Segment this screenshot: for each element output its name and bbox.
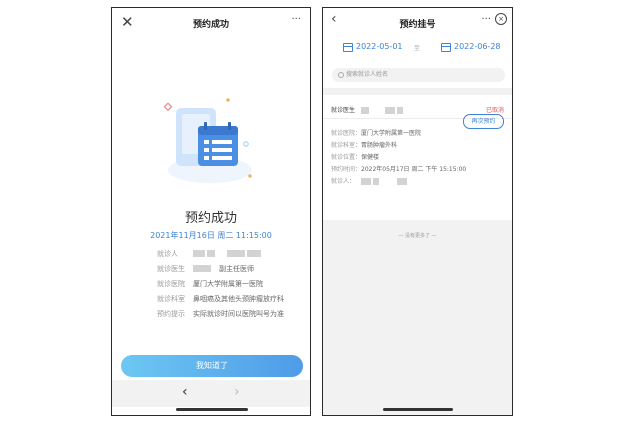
status-badge: 已取消 — [485, 107, 504, 114]
detail-value: 保健楼 — [361, 154, 380, 161]
appointment-datetime: 2021年11月16日 周二 11:15:00 — [150, 231, 272, 240]
detail-label: 预约时间： — [331, 166, 362, 173]
info-value: 厦门大学附属第一医院 — [193, 279, 263, 288]
detail-label: 就诊人： — [331, 178, 356, 185]
redacted-block — [227, 250, 245, 257]
top-bar: ✕ 预约成功 ··· — [112, 8, 310, 38]
detail-value: 胃肠肿瘤外科 — [361, 142, 398, 149]
home-indicator — [383, 408, 453, 411]
redacted-block — [193, 265, 211, 272]
info-row-tip: 预约提示 实际就诊时间以医院叫号为准 — [157, 306, 307, 321]
more-menu-icon[interactable]: ··· — [291, 14, 301, 25]
detail-row: 就诊医院：厦门大学附属第一医院 — [331, 128, 466, 140]
redacted-block — [384, 107, 395, 114]
detail-value: 厦门大学附属第一医院 — [361, 130, 422, 137]
more-menu-icon[interactable]: ··· — [481, 14, 491, 25]
close-circle-icon[interactable]: × — [495, 13, 507, 25]
redacted-block — [247, 250, 261, 257]
detail-row: 就诊位置：保健楼 — [331, 152, 466, 164]
start-date[interactable]: 2022-05-01 — [356, 42, 403, 51]
info-row-patient: 就诊人 — [157, 246, 307, 261]
appointment-info: 就诊人 就诊医生 副主任医师 就诊医院 厦门大学附属第一医院 就诊科室 鼻咽癌及… — [157, 246, 307, 321]
divider-band — [323, 88, 512, 95]
info-label: 预约提示 — [157, 309, 185, 318]
date-range-separator: 至 — [414, 45, 421, 52]
browser-nav-bar: ‹ › — [112, 380, 310, 407]
redacted-block — [361, 178, 372, 185]
date-range: 2022-05-01 至 2022-06-28 — [323, 40, 512, 60]
detail-label: 就诊科室： — [331, 142, 362, 149]
info-label: 就诊医生 — [157, 264, 185, 273]
redacted-block — [207, 250, 215, 257]
detail-label: 就诊医院： — [331, 130, 362, 137]
redacted-block — [397, 178, 408, 185]
home-indicator — [176, 408, 248, 411]
search-icon — [338, 72, 344, 78]
detail-row: 就诊人： — [331, 176, 466, 188]
info-label: 就诊医院 — [157, 279, 185, 288]
info-row-doctor: 就诊医生 副主任医师 — [157, 261, 307, 276]
search-placeholder: 搜索就诊人姓名 — [346, 71, 389, 78]
forward-arrow-icon[interactable]: › — [234, 384, 240, 400]
book-again-button[interactable]: 再次预约 — [463, 114, 504, 129]
redacted-block — [360, 107, 369, 114]
detail-value: 2022年05月17日 周二 下午 15:15:00 — [361, 166, 467, 173]
success-heading: 预约成功 — [184, 211, 237, 226]
no-more-text: — 没有更多了 — — [398, 233, 437, 239]
info-value: 副主任医师 — [219, 264, 254, 273]
info-row-hospital: 就诊医院 厦门大学附属第一医院 — [157, 276, 307, 291]
calendar-icon[interactable] — [441, 43, 451, 52]
redacted-block — [396, 107, 403, 114]
detail-row: 就诊科室：胃肠肿瘤外科 — [331, 140, 466, 152]
info-label: 就诊科室 — [157, 294, 185, 303]
card-doctor: 就诊医生 — [331, 105, 405, 114]
booking-success-screen: ✕ 预约成功 ··· 预约成功 2021年11月16日 周二 11:15:00 … — [111, 7, 311, 416]
got-it-button[interactable]: 我知道了 — [121, 355, 303, 377]
success-illustration-icon — [163, 98, 252, 183]
card-details: 就诊医院：厦门大学附属第一医院 就诊科室：胃肠肿瘤外科 就诊位置：保健楼 预约时… — [331, 128, 466, 188]
appointment-list-screen: ‹ 预约挂号 ··· × 2022-05-01 至 2022-06-28 搜索就… — [322, 7, 513, 416]
calendar-icon[interactable] — [343, 43, 353, 52]
appointment-card[interactable]: 就诊医生 已取消 就诊医院：厦门大学附属第一医院 就诊科室：胃肠肿瘤外科 就诊位… — [323, 95, 512, 193]
info-value: 鼻咽癌及其他头颈肿瘤放疗科 — [193, 294, 284, 303]
search-input[interactable]: 搜索就诊人姓名 — [332, 68, 505, 82]
list-footer: — 没有更多了 — — [323, 220, 512, 415]
back-arrow-icon[interactable]: ‹ — [182, 384, 188, 400]
redacted-block — [373, 178, 380, 185]
end-date[interactable]: 2022-06-28 — [454, 42, 501, 51]
detail-row: 预约时间：2022年05月17日 周二 下午 15:15:00 — [331, 164, 466, 176]
redacted-block — [193, 250, 205, 257]
info-value — [193, 250, 263, 258]
info-row-department: 就诊科室 鼻咽癌及其他头颈肿瘤放疗科 — [157, 291, 307, 306]
page-title: 预约成功 — [192, 20, 229, 30]
info-label: 就诊人 — [157, 249, 178, 258]
detail-label: 就诊位置： — [331, 154, 362, 161]
info-value: 实际就诊时间以医院叫号为准 — [193, 309, 284, 318]
card-doctor-label: 就诊医生 — [331, 107, 356, 114]
